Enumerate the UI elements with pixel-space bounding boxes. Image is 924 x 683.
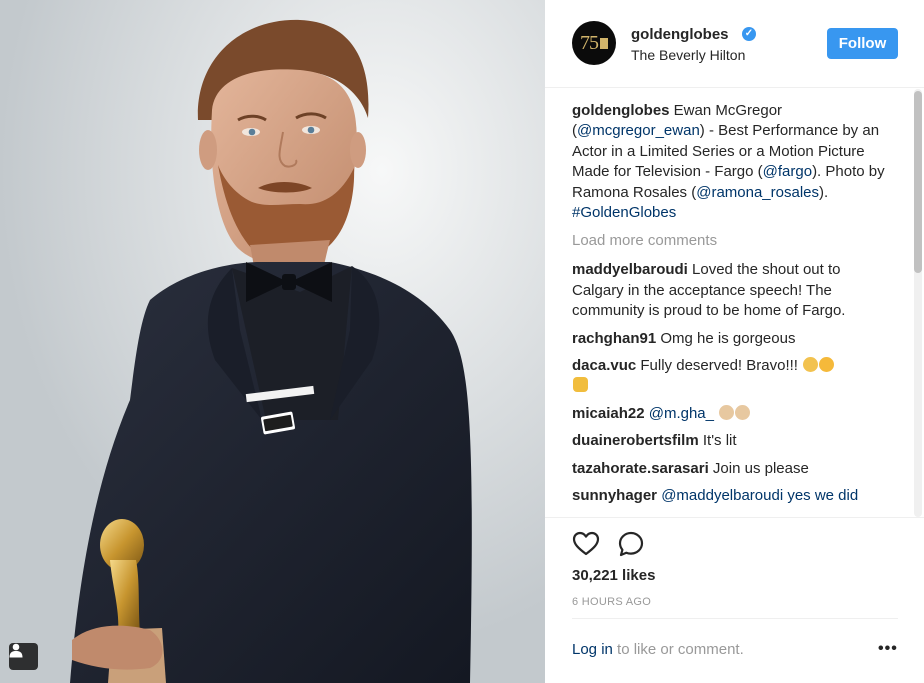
- caption-mention-photographer[interactable]: @ramona_rosales: [696, 184, 819, 201]
- caption-hashtag[interactable]: #GoldenGlobes: [572, 204, 676, 221]
- avatar-logo-mark: [600, 37, 608, 49]
- clapping-hands-emoji-icon: [719, 404, 735, 420]
- clapping-hands-emoji-icon: [803, 357, 819, 373]
- flexed-biceps-emoji-icon: [573, 377, 588, 393]
- comment-item: daca.vuc Fully deserved! Bravo!!!: [572, 356, 892, 397]
- post-username[interactable]: goldenglobes: [631, 26, 729, 43]
- comment-item: micaiah22 @m.gha_: [572, 404, 892, 424]
- comment-username[interactable]: duainerobertsfilm: [572, 432, 699, 449]
- load-more-comments-link[interactable]: Load more comments: [572, 231, 892, 251]
- like-button[interactable]: [572, 530, 600, 558]
- comments-list[interactable]: goldenglobes Ewan McGregor (@mcgregor_ew…: [572, 101, 892, 514]
- comment-item: duainerobertsfilm It's lit: [572, 431, 892, 451]
- login-prompt-text: to like or comment.: [612, 641, 744, 658]
- post-caption: goldenglobes Ewan McGregor (@mcgregor_ew…: [572, 101, 892, 223]
- comment-username[interactable]: maddyelbaroudi: [572, 261, 688, 278]
- login-prompt: Log in to like or comment.: [572, 641, 744, 658]
- comment-username[interactable]: micaiah22: [572, 405, 645, 422]
- comment-text: @maddyelbaroudi yes we did: [661, 487, 859, 505]
- comment-text: Fully deserved! Bravo!!!: [640, 357, 798, 375]
- post-footer: Log in to like or comment. •••: [545, 618, 924, 683]
- verified-badge-icon: ✓: [742, 27, 756, 41]
- comment-item: tazahorate.sarasari Join us please: [572, 459, 892, 479]
- comment-icon: [618, 531, 644, 557]
- avatar[interactable]: 75: [572, 21, 616, 65]
- comment-username[interactable]: tazahorate.sarasari: [572, 460, 709, 477]
- footer-divider: [572, 618, 898, 619]
- comment-username[interactable]: sunnyhager: [572, 487, 657, 504]
- caption-text-mid3: ).: [819, 183, 829, 201]
- post-actions: 30,221 likes 6 HOURS AGO: [545, 517, 924, 618]
- user-silhouette-icon: [9, 643, 23, 658]
- comment-item: sunnyhager @maddyelbaroudi yes we did: [572, 486, 892, 506]
- more-options-button[interactable]: •••: [878, 640, 898, 658]
- likes-count[interactable]: 30,221 likes: [572, 567, 655, 584]
- scrollbar-thumb[interactable]: [914, 91, 922, 273]
- caption-mention-show[interactable]: @fargo: [763, 163, 812, 180]
- post-timestamp[interactable]: 6 HOURS AGO: [572, 596, 651, 608]
- comment-item: rachghan91 Omg he is gorgeous: [572, 329, 892, 349]
- ok-hand-emoji-icon: [819, 357, 835, 373]
- login-link[interactable]: Log in: [572, 641, 613, 658]
- caption-username[interactable]: goldenglobes: [572, 102, 670, 119]
- comments-scrollbar[interactable]: [914, 89, 922, 517]
- comment-text: Join us please: [712, 459, 809, 477]
- clapping-hands-emoji-icon: [735, 404, 751, 420]
- avatar-logo-text: 75: [580, 31, 599, 54]
- post-details-panel: 75 goldenglobes ✓ The Beverly Hilton Fol…: [545, 0, 924, 683]
- portrait-illustration: [0, 0, 545, 683]
- post-location[interactable]: The Beverly Hilton: [631, 47, 745, 63]
- comment-button[interactable]: [617, 530, 645, 558]
- comment-text: It's lit: [702, 432, 737, 450]
- comment-item: maddyelbaroudi Loved the shout out to Ca…: [572, 260, 892, 321]
- caption-mention-actor[interactable]: @mcgregor_ewan: [577, 122, 700, 139]
- comment-username[interactable]: daca.vuc: [572, 357, 636, 374]
- comment-mention[interactable]: @m.gha_: [649, 405, 714, 422]
- post-header: 75 goldenglobes ✓ The Beverly Hilton Fol…: [545, 0, 924, 88]
- heart-icon: [572, 531, 600, 556]
- follow-button[interactable]: Follow: [827, 28, 898, 59]
- tagged-people-icon[interactable]: [9, 643, 38, 670]
- comment-text: Omg he is gorgeous: [660, 329, 796, 347]
- comment-username[interactable]: rachghan91: [572, 330, 656, 347]
- instagram-post-view: 75 goldenglobes ✓ The Beverly Hilton Fol…: [0, 0, 924, 683]
- post-photo[interactable]: [0, 0, 545, 683]
